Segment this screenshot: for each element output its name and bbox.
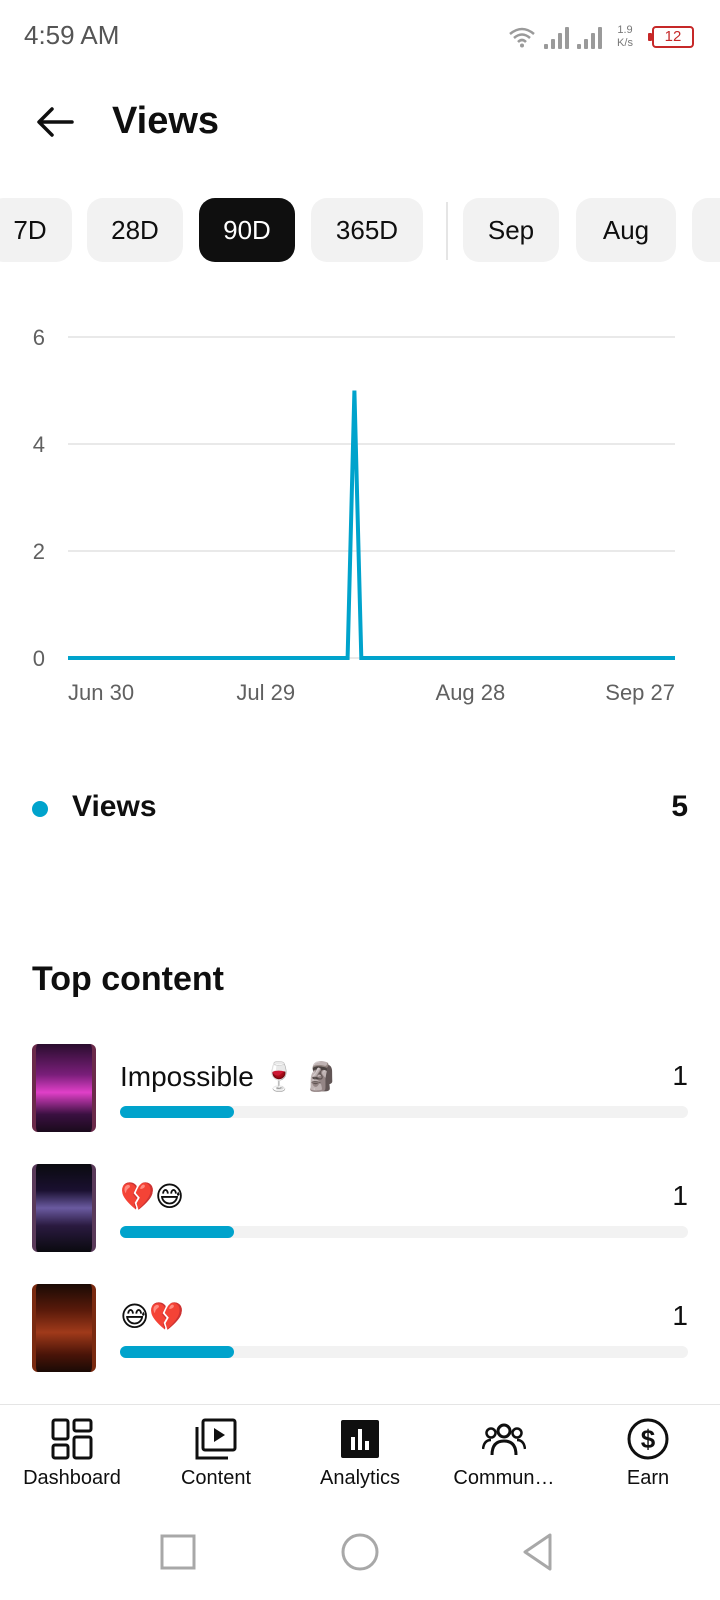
content-value: 1 [672,1180,688,1211]
nav-analytics[interactable]: Analytics [288,1405,432,1505]
y-tick-label: 4 [33,432,45,457]
system-nav [0,1508,720,1600]
nav-label: Earn [626,1467,670,1489]
signal-1-icon [544,25,569,49]
nav-label: Content [180,1467,252,1489]
legend-total: 5 [671,790,688,823]
chip-divider [446,202,448,260]
recents-icon[interactable] [156,1530,200,1574]
y-tick-label: 0 [33,646,45,671]
content-bar-fill [120,1226,234,1238]
status-icons: 1.9 K/s 12 [508,20,694,54]
x-tick-label: Jul 29 [236,680,295,705]
page-title: Views [112,100,220,142]
content-bar-track [120,1346,688,1358]
header: Views [0,82,720,162]
x-tick-label: Jun 30 [68,680,134,705]
chart-svg: 0 2 4 6 Jun 30 Jul 29 Aug 28 Sep 27 [33,325,675,705]
content-title: Impossible 🍷 🗿 [120,1061,340,1092]
x-tick-label: Sep 27 [605,680,675,705]
svg-text:$: $ [641,1424,656,1454]
nav-earn[interactable]: $ Earn [576,1405,720,1505]
content-icon [195,1418,237,1460]
chip-365d[interactable]: 365D [311,198,423,262]
back-button[interactable] [30,96,82,148]
signal-2-icon [577,25,602,49]
chip-28d[interactable]: 28D [87,198,183,262]
legend-dot [32,801,48,817]
content-item[interactable]: 😅💔 1 [0,1284,720,1374]
content-bar-fill [120,1106,234,1118]
chip-90d[interactable]: 90D [199,198,295,262]
content-value: 1 [672,1060,688,1091]
nav-label: Dashboard [23,1467,121,1489]
y-tick-label: 6 [33,325,45,350]
content-value: 1 [672,1300,688,1331]
analytics-icon [341,1420,379,1458]
content-bar-track [120,1226,688,1238]
battery-icon: 12 [648,26,694,48]
net-speed: 1.9 K/s [610,24,640,50]
video-thumbnail [32,1044,96,1132]
net-speed-unit: K/s [617,37,633,49]
video-thumbnail [32,1164,96,1252]
dashboard-icon [51,1418,93,1460]
bottom-nav: Dashboard Content Analytics Commun… $ Ea… [0,1404,720,1508]
chip-partial[interactable] [692,198,720,262]
nav-content[interactable]: Content [144,1405,288,1505]
content-title: 💔😅 [120,1181,185,1212]
nav-community[interactable]: Commun… [432,1405,576,1505]
chip-sep[interactable]: Sep [463,198,559,262]
community-icon [482,1423,526,1456]
status-bar: 4:59 AM 1.9 K/s 12 [0,0,720,72]
content-item[interactable]: 💔😅 1 [0,1164,720,1254]
content-bar-track [120,1106,688,1118]
period-chips: 7D 28D 90D 365D Sep Aug [0,198,720,262]
nav-label: Commun… [453,1467,555,1489]
nav-label: Analytics [319,1467,401,1489]
video-thumbnail [32,1284,96,1372]
y-tick-label: 2 [33,539,45,564]
status-time: 4:59 AM [24,20,120,50]
home-icon[interactable] [338,1530,382,1574]
top-content-title: Top content [32,960,224,998]
content-bar-fill [120,1346,234,1358]
arrow-back-icon [37,107,74,137]
back-icon[interactable] [516,1530,560,1574]
earn-icon: $ [627,1418,669,1460]
wifi-icon [509,27,535,48]
content-item[interactable]: Impossible 🍷 🗿 1 [0,1044,720,1134]
series-line-views [68,390,675,660]
nav-dashboard[interactable]: Dashboard [0,1405,144,1505]
legend-label: Views [72,790,157,823]
x-tick-label: Aug 28 [436,680,506,705]
content-title: 😅💔 [120,1301,185,1332]
net-speed-value: 1.9 [617,24,633,36]
chip-aug[interactable]: Aug [576,198,676,262]
chip-7d[interactable]: 7D [0,198,72,262]
chart-legend: Views 5 [0,786,720,830]
views-chart: 0 2 4 6 Jun 30 Jul 29 Aug 28 Sep 27 [0,320,720,720]
